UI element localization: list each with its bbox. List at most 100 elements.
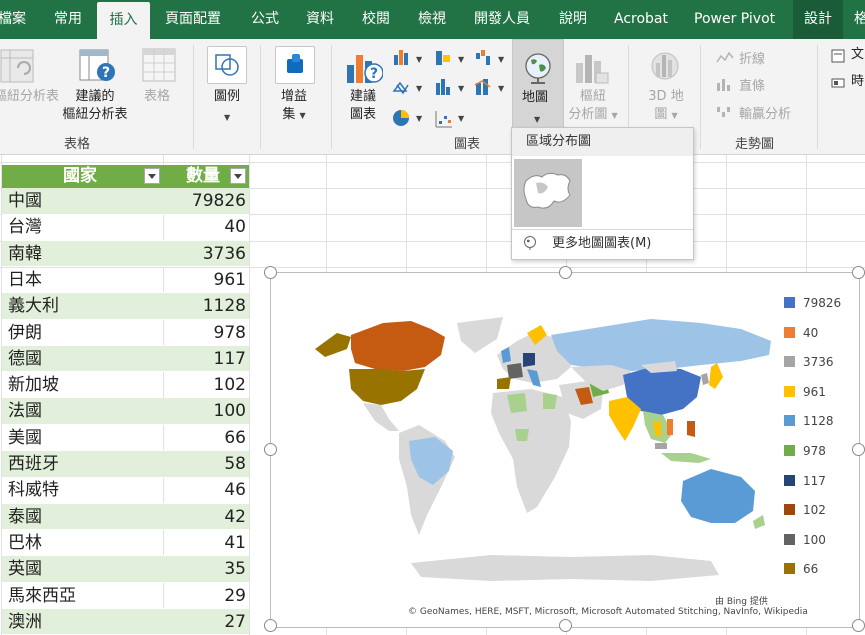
resize-handle[interactable] [264, 443, 277, 456]
table-cell-country[interactable]: 日本 [2, 267, 163, 293]
resize-handle[interactable] [852, 443, 865, 456]
table-cell-qty[interactable]: 58 [163, 451, 249, 477]
table-cell-country[interactable]: 馬來西亞 [2, 583, 163, 609]
table-cell-country[interactable]: 法國 [2, 398, 163, 425]
table-cell-country[interactable]: 美國 [2, 425, 163, 451]
sparkline-winloss-label: 輸贏分析 [739, 107, 792, 122]
table-cell-country[interactable]: 義大利 [2, 293, 163, 320]
pie-chart-icon[interactable]: ▼ [393, 110, 423, 126]
waterfall-chart-icon[interactable]: ▼ [476, 50, 505, 65]
table-cell-country[interactable]: 科威特 [2, 477, 163, 503]
tab-home[interactable]: 常用 [54, 0, 82, 39]
illustrations-button[interactable] [207, 46, 247, 84]
statistic-chart-icon[interactable]: ▼ [436, 79, 465, 95]
tab-power-pivot[interactable]: Power Pivot [694, 0, 775, 39]
resize-handle[interactable] [264, 619, 277, 632]
recommended-pivot-label[interactable]: 建議的 樞紐分析表 [58, 88, 132, 124]
table-cell-qty[interactable]: 66 [163, 425, 249, 451]
map-region-mexico [363, 403, 399, 431]
table-cell-qty[interactable]: 961 [163, 267, 249, 293]
table-header-qty[interactable]: 數量 [163, 165, 249, 188]
map-region-new-zealand [753, 515, 765, 529]
table-header-country[interactable]: 國家 [2, 165, 163, 188]
map-chart[interactable]: 79826 40 3736 961 1128 978 117 102 100 66 由 Bing … [270, 272, 860, 628]
table-cell-country[interactable]: 澳洲 [2, 608, 163, 635]
table-cell-qty[interactable]: 27 [163, 608, 249, 635]
table-cell-qty[interactable]: 100 [163, 398, 249, 425]
legend-label: 117 [803, 473, 826, 488]
timeline-label: 時 [851, 74, 865, 89]
column-chart-icon[interactable]: ▼ [394, 50, 423, 65]
table-cell-qty[interactable]: 3736 [163, 240, 249, 267]
filled-map-option[interactable] [514, 159, 582, 227]
table-cell-country[interactable]: 中國 [2, 188, 163, 214]
recommended-pivot-icon[interactable]: ? [79, 48, 115, 86]
svg-text:▼: ▼ [416, 84, 423, 93]
table-cell-qty[interactable]: 29 [163, 583, 249, 609]
chevron-down-icon: ▼ [671, 111, 678, 120]
tab-insert[interactable]: 插入 [97, 2, 150, 39]
hierarchy-chart-icon[interactable]: ▼ [392, 81, 423, 95]
tab-view[interactable]: 檢視 [418, 0, 446, 39]
table-cell-country[interactable]: 英國 [2, 556, 163, 583]
table-cell-qty[interactable]: 978 [163, 320, 249, 346]
sparkline-line-icon[interactable] [716, 50, 734, 64]
table-cell-country[interactable]: 泰國 [2, 503, 163, 530]
table-cell-country[interactable]: 巴林 [2, 530, 163, 556]
tab-developer[interactable]: 開發人員 [474, 0, 530, 39]
tab-formulas[interactable]: 公式 [251, 0, 279, 39]
table-cell-country[interactable]: 西班牙 [2, 451, 163, 477]
slicer-icon[interactable] [831, 49, 845, 63]
table-cell-qty[interactable]: 79826 [163, 188, 249, 214]
recommended-charts-icon[interactable]: ? [345, 47, 383, 87]
svg-text:▼: ▼ [416, 55, 423, 64]
3d-map-icon[interactable] [648, 49, 682, 85]
table-cell-qty[interactable]: 117 [163, 345, 249, 372]
bar-chart-icon[interactable]: ▼ [436, 51, 465, 65]
sparkline-winloss-icon[interactable] [716, 105, 734, 119]
addins-button[interactable] [275, 46, 315, 84]
resize-handle[interactable] [852, 266, 865, 279]
table-icon[interactable] [142, 48, 176, 82]
tab-format[interactable]: 格 [854, 0, 865, 39]
resize-handle[interactable] [852, 619, 865, 632]
filter-dropdown-button[interactable] [144, 168, 160, 184]
map-region-malaysia [655, 443, 667, 449]
table-cell-country[interactable]: 伊朗 [2, 320, 163, 346]
maps-button[interactable]: 地圖 ▼ [512, 39, 564, 129]
pivot-table-icon[interactable] [0, 48, 34, 84]
combo-chart-icon[interactable]: ▼ [474, 79, 505, 95]
resize-handle[interactable] [264, 266, 277, 279]
table-cell-qty[interactable]: 35 [163, 556, 249, 583]
table-cell-country[interactable]: 德國 [2, 345, 163, 372]
tab-page-layout[interactable]: 頁面配置 [165, 0, 221, 39]
tab-data[interactable]: 資料 [306, 0, 334, 39]
recommended-charts-label[interactable]: 建議 圖表 [348, 88, 378, 124]
tab-file[interactable]: 檔案 [0, 0, 26, 39]
sparkline-column-icon[interactable] [716, 77, 734, 91]
tab-help[interactable]: 說明 [559, 0, 587, 39]
pivot-chart-icon[interactable] [574, 49, 610, 85]
table-cell-qty[interactable]: 102 [163, 372, 249, 398]
table-cell-qty[interactable]: 42 [163, 503, 249, 530]
resize-handle[interactable] [559, 619, 572, 632]
tab-review[interactable]: 校閱 [362, 0, 390, 39]
table-cell-country[interactable]: 台灣 [2, 214, 163, 240]
pivot-chart-label-line2: 分析圖 [568, 107, 608, 122]
svg-text:▼: ▼ [498, 84, 505, 93]
tab-design[interactable]: 設計 [793, 0, 843, 39]
filter-dropdown-button[interactable] [230, 168, 246, 184]
tab-acrobat[interactable]: Acrobat [614, 0, 668, 39]
table-cell-qty[interactable]: 40 [163, 214, 249, 240]
scatter-chart-icon[interactable]: ▼ [435, 111, 465, 128]
more-map-charts-item[interactable]: 更多地圖圖表(M) [552, 231, 651, 257]
legend-swatch [784, 385, 795, 397]
resize-handle[interactable] [559, 266, 572, 279]
table-cell-qty[interactable]: 41 [163, 530, 249, 556]
table-cell-country[interactable]: 南韓 [2, 240, 163, 267]
table-cell-country[interactable]: 新加坡 [2, 372, 163, 398]
legend-label: 66 [803, 562, 819, 577]
timeline-icon[interactable] [831, 76, 845, 90]
table-cell-qty[interactable]: 46 [163, 477, 249, 503]
table-cell-qty[interactable]: 1128 [163, 293, 249, 320]
